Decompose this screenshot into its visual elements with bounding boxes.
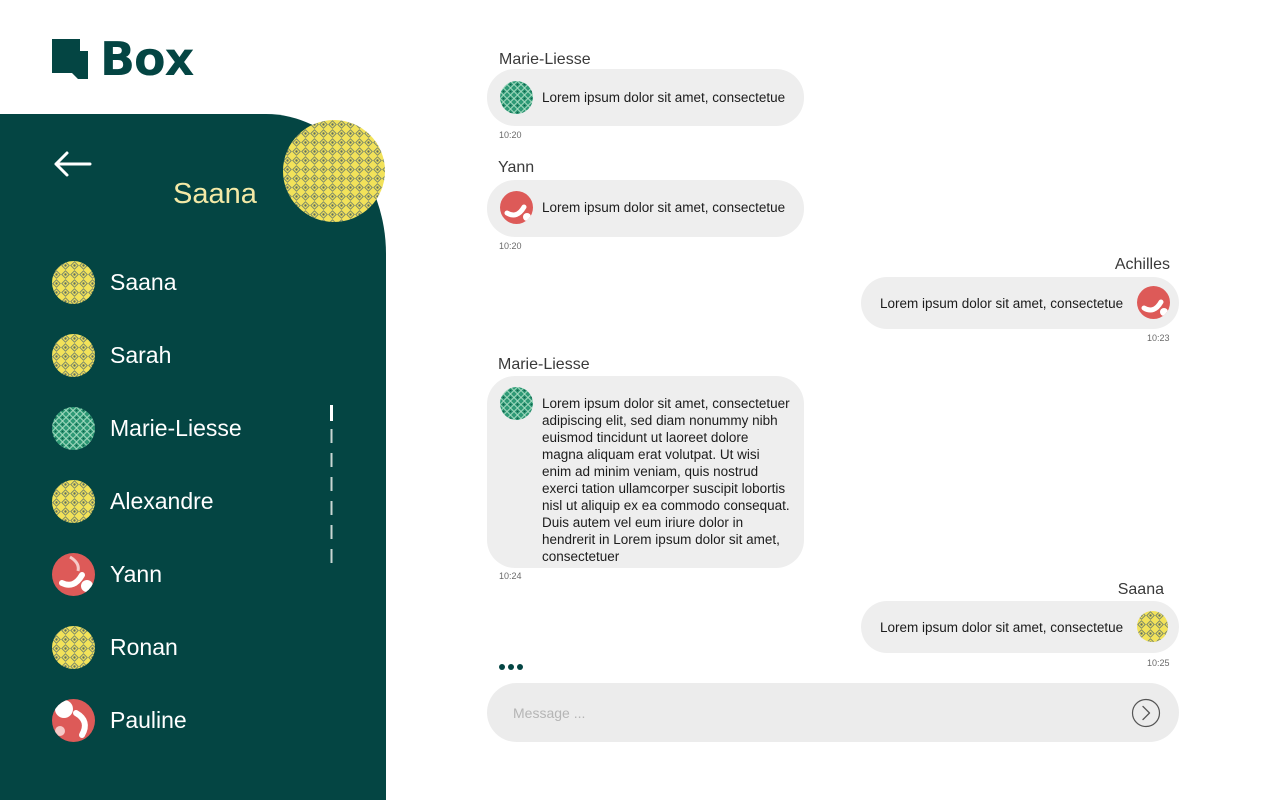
- contact-name: Ronan: [110, 633, 178, 660]
- sender-avatar: [1137, 286, 1170, 319]
- avatar: [52, 260, 95, 304]
- message-text: Lorem ipsum dolor sit amet, consectetue: [880, 296, 1124, 311]
- app-page: Box Saana Saana Sarah Marie-Liesse Alexa…: [0, 0, 1280, 800]
- contact-item-marie-liesse[interactable]: Marie-Liesse: [52, 406, 302, 450]
- contact-name: Alexandre: [110, 487, 214, 514]
- contact-item-yann[interactable]: Yann: [52, 552, 302, 596]
- message-input[interactable]: [513, 701, 1093, 725]
- brand-logo[interactable]: Box: [52, 32, 194, 86]
- sender-avatar: [500, 387, 533, 420]
- avatar: [52, 698, 95, 742]
- box-logo-icon: [52, 39, 88, 79]
- message-time: 10:25: [1147, 658, 1170, 668]
- contact-item-ronan[interactable]: Ronan: [52, 625, 302, 669]
- message-sender: Marie-Liesse: [499, 51, 591, 68]
- message-text: Lorem ipsum dolor sit amet, consectetue: [542, 90, 786, 105]
- contact-item-alexandre[interactable]: Alexandre: [52, 479, 302, 523]
- sender-avatar: [500, 191, 533, 224]
- contact-name: Pauline: [110, 706, 187, 733]
- contact-name: Saana: [110, 268, 177, 295]
- message-text: Lorem ipsum dolor sit amet, consectetuer…: [542, 396, 790, 564]
- contact-name: Sarah: [110, 341, 172, 368]
- back-arrow-icon[interactable]: [52, 150, 92, 178]
- message-composer: [487, 683, 1179, 742]
- avatar: [52, 625, 95, 669]
- brand-name: Box: [100, 32, 194, 86]
- contact-item-sarah[interactable]: Sarah: [52, 333, 302, 377]
- scrollbar-thumb[interactable]: [330, 405, 333, 421]
- message-sender: Marie-Liesse: [498, 356, 590, 373]
- contact-scrollbar[interactable]: [330, 405, 333, 570]
- message-bubble[interactable]: Lorem ipsum dolor sit amet, consectetue: [861, 277, 1179, 329]
- message-bubble[interactable]: Lorem ipsum dolor sit amet, consectetuer…: [487, 376, 804, 568]
- avatar: [52, 406, 95, 450]
- message-bubble[interactable]: Lorem ipsum dolor sit amet, consectetue: [861, 601, 1179, 653]
- typing-dots-icon: [499, 664, 523, 670]
- message-sender: Yann: [498, 159, 535, 176]
- message-time: 10:24: [499, 571, 522, 581]
- contact-name: Marie-Liesse: [110, 414, 242, 441]
- current-contact-avatar: [283, 120, 385, 222]
- message-text: Lorem ipsum dolor sit amet, consectetue: [542, 200, 786, 215]
- avatar: [52, 333, 95, 377]
- send-arrow-icon[interactable]: [1131, 698, 1161, 728]
- message-text: Lorem ipsum dolor sit amet, consectetue: [880, 620, 1124, 635]
- message-bubble[interactable]: Lorem ipsum dolor sit amet, consectetue: [487, 180, 804, 237]
- avatar: [52, 552, 95, 596]
- sender-avatar: [500, 81, 533, 114]
- contact-item-pauline[interactable]: Pauline: [52, 698, 302, 742]
- chat-panel: Marie-Liesse Lorem ipsum dolor sit amet,…: [486, 0, 1180, 800]
- message-sender: Saana: [1117, 581, 1164, 598]
- contact-name: Yann: [110, 560, 163, 587]
- message-time: 10:20: [499, 130, 522, 140]
- contact-item-saana[interactable]: Saana: [52, 260, 302, 304]
- sender-avatar: [1137, 611, 1168, 642]
- current-contact-name: Saana: [173, 178, 257, 210]
- message-sender: Achilles: [1114, 256, 1170, 273]
- message-time: 10:20: [499, 241, 522, 251]
- message-time: 10:23: [1147, 333, 1170, 343]
- message-bubble[interactable]: Lorem ipsum dolor sit amet, consectetue: [487, 69, 804, 126]
- avatar: [52, 479, 95, 523]
